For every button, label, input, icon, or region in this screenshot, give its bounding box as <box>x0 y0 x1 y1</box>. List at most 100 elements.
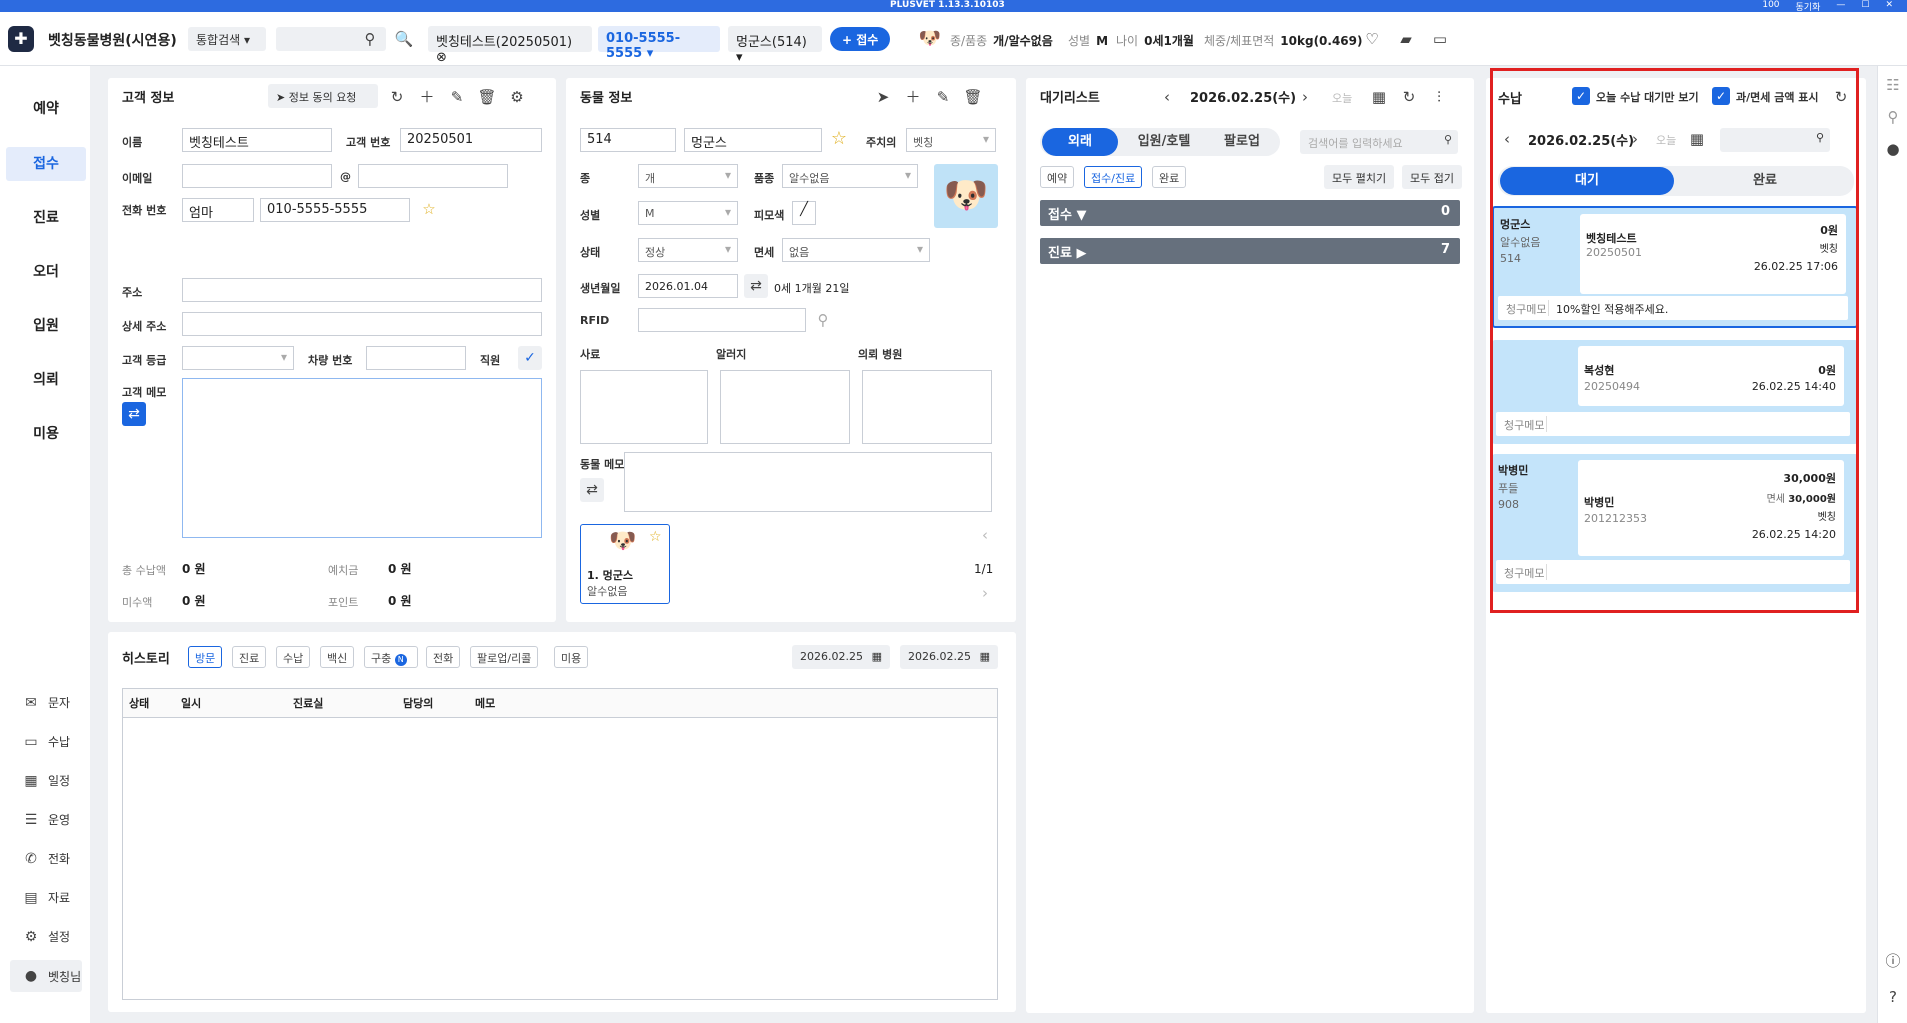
refresh-icon[interactable]: ↻ <box>1830 86 1852 108</box>
search-detail-icon[interactable]: 🔍 <box>392 27 416 51</box>
sex-select[interactable]: M <box>638 201 738 225</box>
chevron-left-icon[interactable]: ‹ <box>1156 86 1178 108</box>
col-status[interactable]: 상태 <box>123 689 175 718</box>
calendar-icon[interactable]: ▦ <box>1368 86 1390 108</box>
neuter-select[interactable]: 없음 <box>782 238 930 262</box>
swap-icon[interactable]: ⇄ <box>744 274 768 298</box>
birth-date-field[interactable]: 2026.01.04 <box>638 274 738 298</box>
swap-icon[interactable]: ⇄ <box>580 478 604 502</box>
tab-completed[interactable]: 완료 <box>1678 167 1852 195</box>
card-memo[interactable]: 청구메모 10%할인 적용해주세요. <box>1498 296 1848 320</box>
filter-reception[interactable]: 접수/진료 <box>1084 166 1143 188</box>
phone-chip[interactable]: 010-5555-5555 ▾ <box>598 26 720 61</box>
subnav-schedule[interactable]: ▦ 일정 <box>22 772 70 789</box>
card-icon[interactable]: ▭ <box>1428 27 1452 51</box>
clear-icon[interactable]: ⊗ <box>436 50 447 65</box>
nav-item-reservation[interactable]: 예약 <box>6 92 86 126</box>
search-icon[interactable]: ⚲ <box>1444 133 1452 146</box>
calendar-icon[interactable]: ▦ <box>872 650 882 663</box>
group-bar-treatment[interactable]: 진료 ▶ 7 <box>1040 238 1460 264</box>
group-bar-reception[interactable]: 접수 ▼ 0 <box>1040 200 1460 226</box>
card-memo[interactable]: 청구메모 <box>1496 560 1850 584</box>
col-memo[interactable]: 메모 <box>469 689 997 718</box>
delete-icon[interactable]: 🗑 <box>962 86 984 108</box>
expand-all-button[interactable]: 모두 펼치기 <box>1324 165 1395 189</box>
tab-payment[interactable]: 수납 <box>276 646 311 668</box>
today-button[interactable]: 오늘 <box>1656 132 1676 148</box>
chevron-down-icon[interactable]: › <box>974 582 996 604</box>
doctor-select[interactable]: 벳칭 <box>906 128 996 152</box>
pet-card[interactable]: 🐶 ☆ 1. 멍군스 알수없음 <box>580 524 670 604</box>
today-button[interactable]: 오늘 <box>1332 90 1352 106</box>
nav-item-treatment[interactable]: 진료 <box>6 201 86 235</box>
chat-icon[interactable]: ● <box>1882 138 1904 160</box>
payment-card[interactable]: 박병민 푸들 908 박병민 201212353 30,000원 면세 30,0… <box>1492 454 1858 592</box>
search-input[interactable]: ⚲ <box>276 27 386 51</box>
breed-select[interactable]: 알수없음 <box>782 164 918 188</box>
reception-button[interactable]: + 접수 <box>830 27 891 51</box>
chevron-left-icon[interactable]: ‹ <box>1496 128 1518 150</box>
tab-deworm[interactable]: 구충 N <box>364 646 418 668</box>
chevron-right-icon[interactable]: › <box>1294 86 1316 108</box>
tab-followup[interactable]: 팔로업/리콜 <box>470 646 539 668</box>
address-field[interactable] <box>182 278 542 302</box>
refresh-icon[interactable]: ↻ <box>386 86 408 108</box>
waitlist-date[interactable]: 2026.02.25(수) <box>1190 87 1296 106</box>
tab-followup[interactable]: 팔로업 <box>1206 128 1278 156</box>
email-domain-field[interactable] <box>358 164 508 188</box>
checkbox-tax-display[interactable]: ✓ <box>1712 87 1730 105</box>
payment-search-input[interactable]: ⚲ <box>1720 128 1830 152</box>
filter-reservation[interactable]: 예약 <box>1040 166 1075 188</box>
customer-memo-textarea[interactable] <box>182 378 542 538</box>
send-icon[interactable]: ➤ <box>872 86 894 108</box>
tab-outpatient[interactable]: 외래 <box>1042 128 1118 156</box>
date-from-field[interactable]: 2026.02.25 ▦ <box>792 645 890 669</box>
calendar-icon[interactable]: ▦ <box>980 650 990 663</box>
animal-name-field[interactable]: 멍군스 <box>684 128 822 152</box>
payment-date[interactable]: 2026.02.25(수) <box>1528 130 1634 149</box>
subnav-data[interactable]: ▤ 자료 <box>22 889 70 906</box>
add-icon[interactable]: ＋ <box>902 86 924 108</box>
pet-chip[interactable]: 멍군스(514) ▾ <box>728 26 822 65</box>
species-select[interactable]: 개 <box>638 164 738 188</box>
help-icon[interactable]: ? <box>1882 986 1904 1008</box>
card-memo[interactable]: 청구메모 <box>1496 412 1850 436</box>
chevron-up-icon[interactable]: ‹ <box>974 524 996 546</box>
email-id-field[interactable] <box>182 164 332 188</box>
folder-icon[interactable]: ▰ <box>1394 27 1418 51</box>
referral-textarea[interactable] <box>862 370 992 444</box>
chevron-right-icon[interactable]: › <box>1624 128 1646 150</box>
calendar-icon[interactable]: ▦ <box>1686 128 1708 150</box>
tab-grooming[interactable]: 미용 <box>554 646 589 668</box>
edit-icon[interactable]: ✎ <box>446 86 468 108</box>
tab-phone[interactable]: 전화 <box>426 646 461 668</box>
star-icon[interactable]: ☆ <box>649 529 662 545</box>
tab-hotel[interactable]: 입원/호텔 <box>1124 128 1204 156</box>
subnav-message[interactable]: ✉ 문자 <box>22 694 70 711</box>
car-no-field[interactable] <box>366 346 466 370</box>
staff-check-icon[interactable]: ✓ <box>518 346 542 370</box>
heart-icon[interactable]: ♡ <box>1360 27 1384 51</box>
phone-number-field[interactable]: 010-5555-5555 <box>260 198 410 222</box>
nav-item-reception[interactable]: 접수 <box>6 147 86 181</box>
col-doctor[interactable]: 담당의 <box>397 689 469 718</box>
address-detail-field[interactable] <box>182 312 542 336</box>
search-icon[interactable]: ⚲ <box>812 309 834 331</box>
consent-request-button[interactable]: ➤ 정보 동의 요청 <box>268 84 378 108</box>
search-scope-select[interactable]: 통합검색 ▾ <box>188 27 266 51</box>
subnav-payment[interactable]: ▭ 수납 <box>22 733 70 750</box>
edit-icon[interactable]: ✎ <box>932 86 954 108</box>
grade-select[interactable] <box>182 346 294 370</box>
animal-no-field[interactable]: 514 <box>580 128 676 152</box>
nav-item-order[interactable]: 오더 <box>6 255 86 289</box>
animal-memo-textarea[interactable] <box>624 452 992 512</box>
pet-avatar[interactable]: 🐶 <box>934 164 998 228</box>
phone-relation-field[interactable]: 엄마 <box>182 198 254 222</box>
filter-done[interactable]: 완료 <box>1152 166 1187 188</box>
nav-item-referral[interactable]: 의뢰 <box>6 363 86 397</box>
settings-icon[interactable]: ⚙ <box>506 86 528 108</box>
delete-icon[interactable]: 🗑 <box>476 86 498 108</box>
info-icon[interactable]: ⓘ <box>1882 950 1904 972</box>
user-menu[interactable]: ● 벳칭님 <box>10 960 82 992</box>
swap-icon[interactable]: ⇄ <box>122 402 146 426</box>
